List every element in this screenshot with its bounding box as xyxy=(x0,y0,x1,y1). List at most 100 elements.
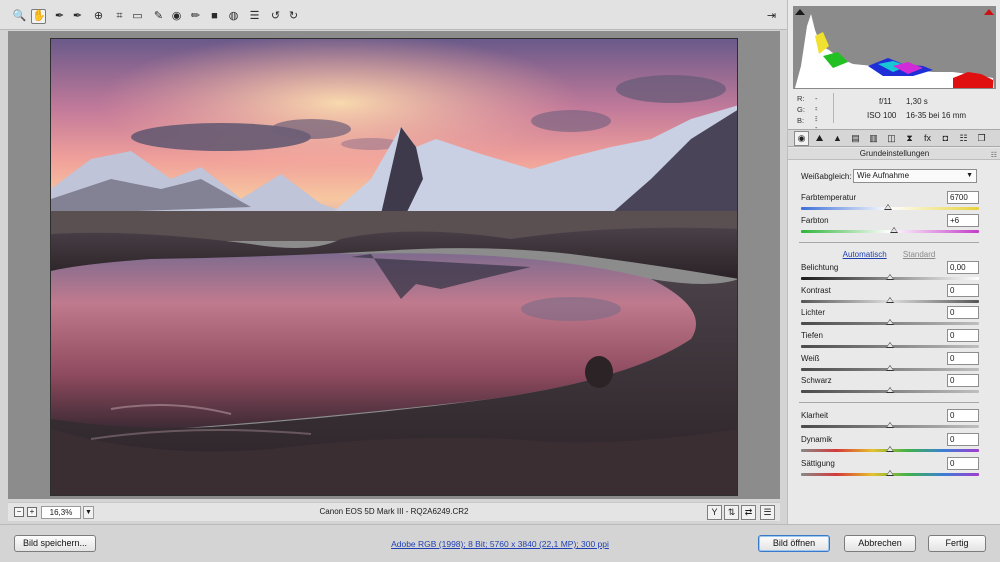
slider-schwarz: Schwarz 0 xyxy=(799,374,979,396)
radial-filter-tool-icon[interactable]: ◍ xyxy=(226,9,241,24)
workflow-options-link[interactable]: Adobe RGB (1998); 8 Bit; 5760 x 3840 (22… xyxy=(300,539,700,549)
slider-lichter: Lichter 0 xyxy=(799,306,979,328)
spot-removal-tool-icon[interactable]: ✎ xyxy=(151,9,166,24)
slider-dynamik: Dynamik 0 xyxy=(799,433,979,455)
slider-handle[interactable] xyxy=(889,227,898,233)
landscape-photo xyxy=(51,39,737,495)
slider-value-field[interactable]: 0,00 xyxy=(947,261,979,274)
slider-handle[interactable] xyxy=(886,342,894,348)
histogram-chart xyxy=(795,14,994,88)
slider-handle[interactable] xyxy=(884,204,893,210)
slider-handle[interactable] xyxy=(886,470,894,476)
shadow-clipping-icon[interactable] xyxy=(795,9,805,15)
basic-tab-icon[interactable]: ◉ xyxy=(794,131,809,146)
done-button[interactable]: Fertig xyxy=(928,535,986,552)
graduated-filter-tool-icon[interactable]: ■ xyxy=(207,9,222,24)
split-toning-tab-icon[interactable]: ▥ xyxy=(866,131,881,146)
slider-value-field[interactable]: 0 xyxy=(947,329,979,342)
lens-tab-icon[interactable]: ◫ xyxy=(884,131,899,146)
rotate-left-tool-icon[interactable]: ↺ xyxy=(268,9,283,24)
slider-label: Belichtung xyxy=(801,263,839,272)
photo-preview[interactable] xyxy=(50,38,738,496)
auto-link[interactable]: Automatisch xyxy=(843,250,887,259)
detail-tab-icon[interactable]: ▲ xyxy=(830,131,845,146)
color-sampler-tool-icon[interactable]: ✒ xyxy=(70,9,85,24)
adjustment-brush-tool-icon[interactable]: ✏ xyxy=(188,9,203,24)
slider-label: Tiefen xyxy=(801,331,823,340)
slider-handle[interactable] xyxy=(886,446,894,452)
zoom-out-button[interactable]: − xyxy=(14,507,24,517)
tool-bar: 🔍 ✋ ✒ ✒ ⊕ ⌗ ▭ ✎ ◉ ✏ ■ ◍ ☰ ↺ ↻ ⇥ xyxy=(0,0,787,30)
save-image-button[interactable]: Bild speichern... xyxy=(14,535,96,552)
image-preview-area xyxy=(8,31,780,499)
slider-value-field[interactable]: 6700 xyxy=(947,191,979,204)
slider-handle[interactable] xyxy=(886,297,894,303)
blue-label: B: xyxy=(797,116,805,125)
zoom-level-field[interactable]: 16,3% xyxy=(41,506,81,519)
standard-link[interactable]: Standard xyxy=(903,250,935,259)
slider-label: Farbtemperatur xyxy=(801,193,857,202)
hand-tool-icon[interactable]: ✋ xyxy=(31,9,46,24)
rotate-right-tool-icon[interactable]: ↻ xyxy=(286,9,301,24)
zoom-dropdown-button[interactable]: ▼ xyxy=(83,506,94,519)
slider-value-field[interactable]: 0 xyxy=(947,409,979,422)
image-filename: Canon EOS 5D Mark III - RQ2A6249.CR2 xyxy=(319,507,469,516)
open-image-button[interactable]: Bild öffnen xyxy=(758,535,830,552)
crop-tool-icon[interactable]: ⌗ xyxy=(112,9,127,24)
preferences-tool-icon[interactable]: ☰ xyxy=(247,9,262,24)
red-label: R: xyxy=(797,94,805,103)
slider-label: Farbton xyxy=(801,216,829,225)
highlight-clipping-icon[interactable] xyxy=(984,9,994,15)
before-after-icon[interactable]: Y xyxy=(707,505,722,520)
panel-menu-icon[interactable]: ☷ xyxy=(991,150,997,161)
slider-value-field[interactable]: 0 xyxy=(947,433,979,446)
divider xyxy=(799,242,979,243)
slider-label: Klarheit xyxy=(801,411,829,420)
slider-klarheit: Klarheit 0 xyxy=(799,409,979,431)
zoom-in-button[interactable]: + xyxy=(27,507,37,517)
red-readout: R: --- xyxy=(797,94,818,121)
camera-calibration-tab-icon[interactable]: ◘ xyxy=(938,131,953,146)
slider-farbtemperatur: Farbtemperatur 6700 xyxy=(799,191,979,213)
iso-value: ISO 100 xyxy=(867,111,897,120)
slider-label: Kontrast xyxy=(801,286,831,295)
slider-handle[interactable] xyxy=(886,422,894,428)
white-balance-tool-icon[interactable]: ✒ xyxy=(52,9,67,24)
effects-tab-icon[interactable]: ⧗ xyxy=(902,131,917,146)
slider-value-field[interactable]: 0 xyxy=(947,374,979,387)
slider-handle[interactable] xyxy=(886,319,894,325)
red-eye-tool-icon[interactable]: ◉ xyxy=(169,9,184,24)
histogram xyxy=(793,6,996,89)
snapshots-tab-icon[interactable]: ❐ xyxy=(974,131,989,146)
slider-value-field[interactable]: 0 xyxy=(947,457,979,470)
swap-settings-icon[interactable]: ⇅ xyxy=(724,505,739,520)
presets-tab-icon[interactable]: ☷ xyxy=(956,131,971,146)
dialog-footer: Bild speichern... Adobe RGB (1998); 8 Bi… xyxy=(0,524,1000,562)
slider-value-field[interactable]: 0 xyxy=(947,352,979,365)
tone-curve-tab-icon[interactable]: ⛰ xyxy=(812,131,827,146)
slider-value-field[interactable]: +6 xyxy=(947,214,979,227)
green-label: G: xyxy=(797,105,805,114)
slider-label: Schwarz xyxy=(801,376,832,385)
status-bar: − + 16,3% ▼ Canon EOS 5D Mark III - RQ2A… xyxy=(8,502,780,521)
white-balance-label: Weißabgleich: xyxy=(801,172,852,181)
slider-value-field[interactable]: 0 xyxy=(947,306,979,319)
hsl-tab-icon[interactable]: ▤ xyxy=(848,131,863,146)
targeted-adjustment-tool-icon[interactable]: ⊕ xyxy=(91,9,106,24)
zoom-tool-icon[interactable]: 🔍 xyxy=(12,9,27,24)
copy-settings-icon[interactable]: ⇄ xyxy=(741,505,756,520)
view-options-icon[interactable]: ☰ xyxy=(760,505,775,520)
fx-tab-icon[interactable]: fx xyxy=(920,131,935,146)
section-title-text: Grundeinstellungen xyxy=(859,149,930,158)
slider-value-field[interactable]: 0 xyxy=(947,284,979,297)
slider-label: Weiß xyxy=(801,354,820,363)
cancel-button[interactable]: Abbrechen xyxy=(844,535,916,552)
straighten-tool-icon[interactable]: ▭ xyxy=(130,9,145,24)
slider-handle[interactable] xyxy=(886,387,894,393)
slider-handle[interactable] xyxy=(886,274,894,280)
divider xyxy=(799,402,979,403)
blue-readout: B:--- xyxy=(797,116,818,143)
white-balance-select[interactable]: Wie Aufnahme ▼ xyxy=(853,169,977,183)
slider-handle[interactable] xyxy=(886,365,894,371)
export-icon[interactable]: ⇥ xyxy=(764,9,779,24)
